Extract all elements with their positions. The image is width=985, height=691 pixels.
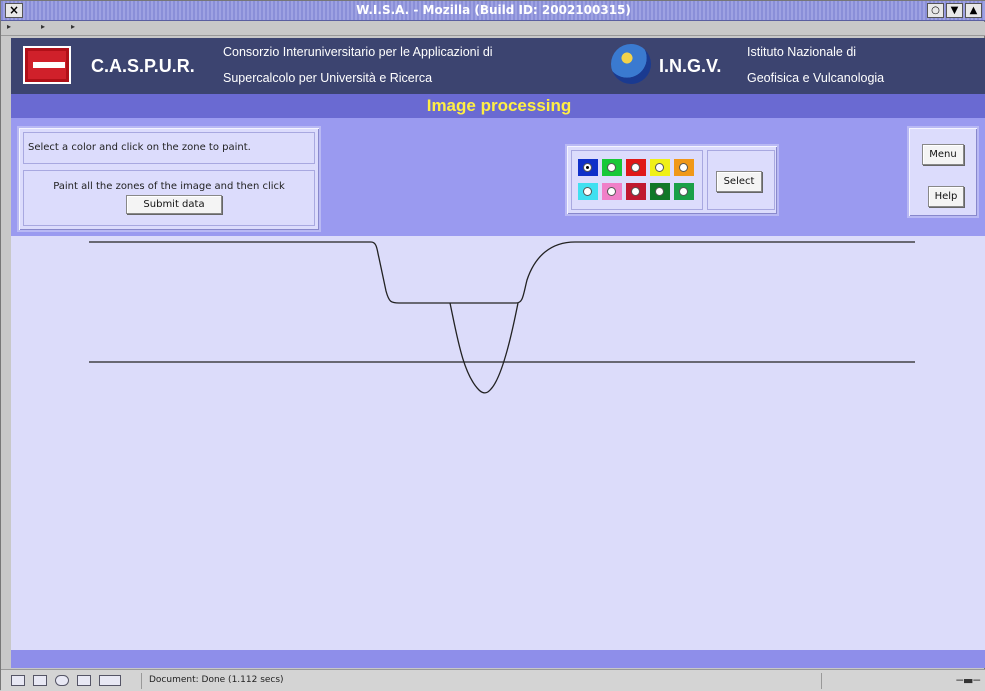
nav-panel: Menu Help bbox=[907, 126, 979, 218]
color-swatch[interactable] bbox=[578, 159, 598, 176]
instructions-panel: Select a color and click on the zone to … bbox=[17, 126, 321, 232]
irc-chat-icon[interactable] bbox=[99, 675, 121, 686]
color-swatch[interactable] bbox=[674, 183, 694, 200]
color-swatch[interactable] bbox=[650, 159, 670, 176]
navigator-icon[interactable] bbox=[11, 675, 25, 686]
color-radio[interactable] bbox=[583, 187, 592, 196]
color-swatch[interactable] bbox=[602, 183, 622, 200]
color-radio[interactable] bbox=[679, 187, 688, 196]
caspur-logo bbox=[23, 46, 71, 84]
page-footer-bar bbox=[11, 650, 985, 668]
window-titlebar[interactable]: × W.I.S.A. - Mozilla (Build ID: 20021003… bbox=[1, 1, 985, 21]
color-swatch[interactable] bbox=[578, 183, 598, 200]
color-swatch[interactable] bbox=[602, 159, 622, 176]
header-banner: C.A.S.P.U.R. Consorzio Interuniversitari… bbox=[11, 38, 985, 94]
grippy-icon[interactable]: ▸ bbox=[71, 22, 75, 31]
paint-zones-drawing[interactable] bbox=[11, 236, 985, 650]
color-radio[interactable] bbox=[631, 163, 640, 172]
instruction-paint-zones: Paint all the zones of the image and the… bbox=[53, 181, 285, 192]
color-radio[interactable] bbox=[655, 187, 664, 196]
online-status-icon[interactable]: ─▬─ bbox=[956, 674, 980, 687]
color-swatch-grid bbox=[571, 150, 703, 210]
help-button[interactable]: Help bbox=[928, 186, 964, 207]
instruction-select-color: Select a color and click on the zone to … bbox=[28, 142, 251, 153]
select-box: Select bbox=[707, 150, 775, 210]
menu-button[interactable]: Menu bbox=[922, 144, 964, 165]
color-radio[interactable] bbox=[631, 187, 640, 196]
page-title: Image processing bbox=[426, 96, 572, 115]
color-radio[interactable] bbox=[607, 187, 616, 196]
minimize-icon[interactable]: ○ bbox=[927, 3, 944, 18]
caspur-name: C.A.S.P.U.R. bbox=[91, 56, 195, 76]
composer-icon[interactable] bbox=[55, 675, 69, 686]
inner-curve-line[interactable] bbox=[449, 302, 519, 394]
color-radio[interactable] bbox=[607, 163, 616, 172]
caspur-description-line2: Supercalcolo per Università e Ricerca bbox=[223, 71, 433, 85]
ingv-globe-icon bbox=[611, 44, 651, 84]
ingv-name: I.N.G.V. bbox=[659, 56, 722, 76]
status-text: Document: Done (1.112 secs) bbox=[149, 675, 284, 685]
instruction-box: Select a color and click on the zone to … bbox=[23, 132, 315, 164]
submit-box: Paint all the zones of the image and the… bbox=[23, 170, 315, 226]
color-radio[interactable] bbox=[583, 163, 592, 172]
browser-window: × W.I.S.A. - Mozilla (Build ID: 20021003… bbox=[0, 0, 985, 691]
color-swatch[interactable] bbox=[650, 183, 670, 200]
shade-icon[interactable]: ▼ bbox=[946, 3, 963, 18]
color-palette-panel: Select bbox=[565, 144, 779, 216]
submit-data-button[interactable]: Submit data bbox=[126, 195, 222, 214]
status-bar: Document: Done (1.112 secs) ─▬─ bbox=[1, 669, 985, 691]
color-swatch[interactable] bbox=[626, 159, 646, 176]
address-book-icon[interactable] bbox=[77, 675, 91, 686]
grippy-left-icon[interactable]: ▸ bbox=[7, 22, 11, 31]
select-button[interactable]: Select bbox=[716, 171, 762, 192]
color-swatch[interactable] bbox=[674, 159, 694, 176]
maximize-icon[interactable]: ▲ bbox=[965, 3, 982, 18]
top-boundary-line[interactable] bbox=[89, 241, 915, 304]
mail-icon[interactable] bbox=[33, 675, 47, 686]
toolbar-grippy-strip[interactable]: ▸ ▸ ▸ bbox=[1, 22, 985, 36]
page-header-bar: Image processing bbox=[11, 94, 985, 118]
ingv-description-line1: Istituto Nazionale di bbox=[747, 45, 857, 59]
grippy-icon[interactable]: ▸ bbox=[41, 22, 45, 31]
image-canvas[interactable] bbox=[11, 236, 985, 650]
color-radio[interactable] bbox=[679, 163, 688, 172]
caspur-description-line1: Consorzio Interuniversitario per le Appl… bbox=[223, 45, 493, 59]
controls-area: Select a color and click on the zone to … bbox=[11, 118, 985, 236]
color-radio[interactable] bbox=[655, 163, 664, 172]
ingv-description-line2: Geofisica e Vulcanologia bbox=[747, 71, 885, 85]
color-swatch[interactable] bbox=[626, 183, 646, 200]
window-title: W.I.S.A. - Mozilla (Build ID: 2002100315… bbox=[356, 3, 631, 17]
